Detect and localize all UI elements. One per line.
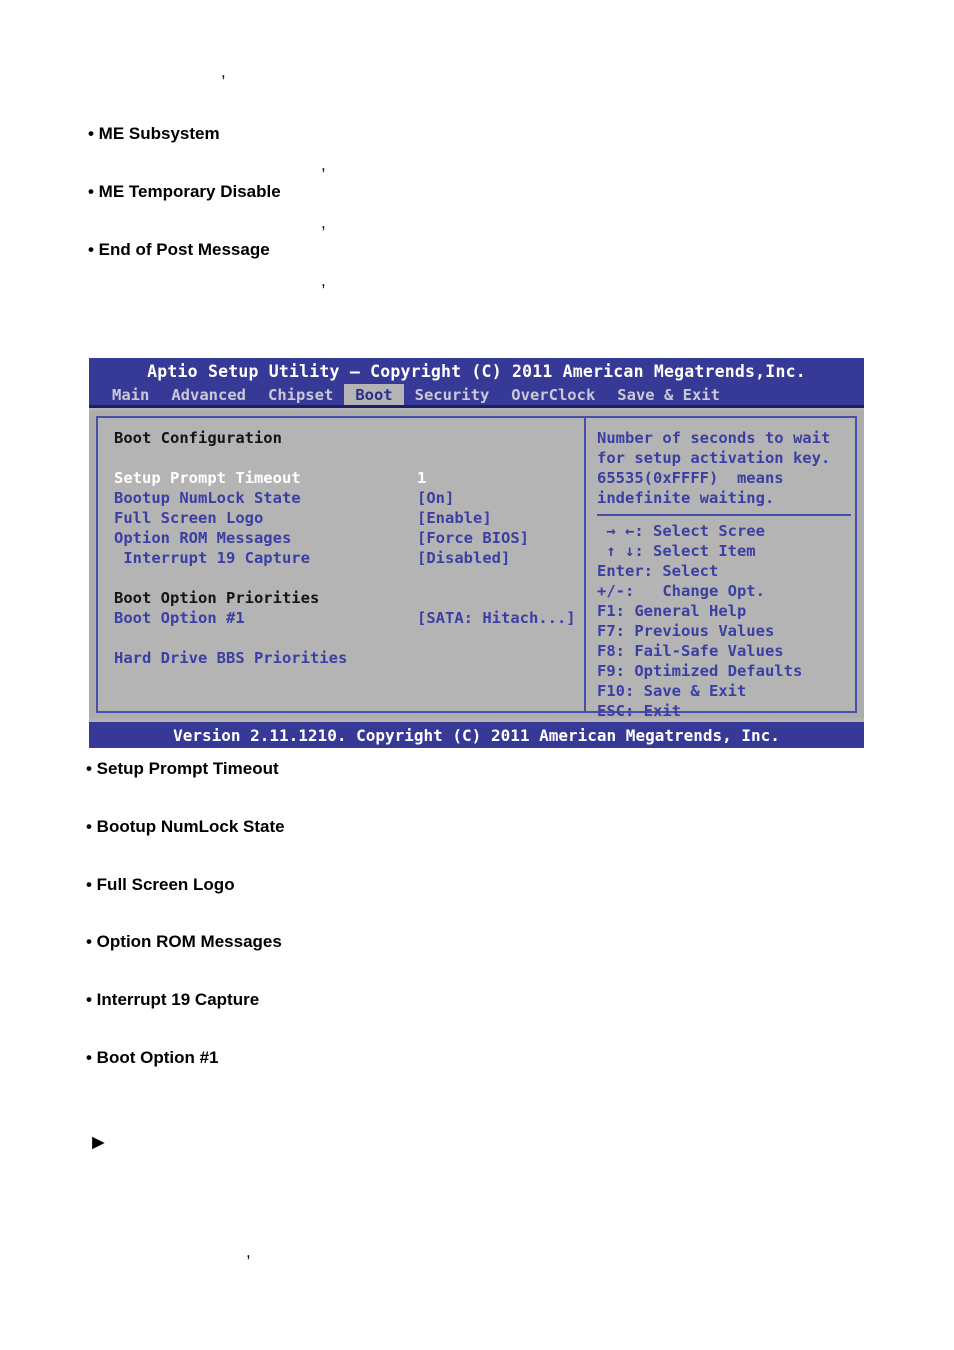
doc-bullet-boot-option-1: • Boot Option #1 [86, 1048, 219, 1067]
bios-row-label: Boot Option #1 [114, 609, 245, 627]
bios-content-frame: Boot Configuration Setup Prompt Timeout … [96, 416, 857, 720]
bios-setup-screenshot: Aptio Setup Utility – Copyright (C) 2011… [89, 358, 864, 748]
bios-row-hard-drive-bbs-priorities[interactable]: Hard Drive BBS Priorities [114, 648, 584, 668]
doc-bullet-setup-prompt-timeout: • Setup Prompt Timeout [86, 759, 279, 778]
bios-section-title-boot-configuration: Boot Configuration [114, 428, 584, 448]
bios-section-title-label: Boot Configuration [114, 429, 282, 447]
bios-key-hint-f9-optimized-defaults: F9: Optimized Defaults [597, 662, 803, 680]
stray-comma: , [246, 1242, 251, 1261]
doc-bullet-full-screen-logo: • Full Screen Logo [86, 875, 235, 894]
bios-row-bootup-numlock-state[interactable]: Bootup NumLock State [On] [114, 488, 584, 508]
bios-tab-overclock[interactable]: OverClock [500, 384, 606, 405]
doc-bullet-option-rom-messages: • Option ROM Messages [86, 932, 282, 951]
bios-tab-advanced[interactable]: Advanced [160, 384, 257, 405]
bios-content-area: Boot Configuration Setup Prompt Timeout … [89, 411, 864, 720]
bios-help-text-line: 65535(0xFFFF) means [597, 469, 784, 487]
bios-tab-boot[interactable]: Boot [344, 384, 404, 405]
doc-bullet-bootup-numlock-state: • Bootup NumLock State [86, 817, 285, 836]
bios-row-label: Interrupt 19 Capture [114, 549, 310, 567]
doc-bullet-me-subsystem: • ME Subsystem [88, 124, 220, 143]
bios-row-value[interactable]: 1 [417, 468, 426, 488]
bios-row-interrupt-19-capture[interactable]: Interrupt 19 Capture [Disabled] [114, 548, 584, 568]
bios-key-hint-enter-select: Enter: Select [597, 562, 719, 580]
bios-row-boot-option-1[interactable]: Boot Option #1 [SATA: Hitach...] [114, 608, 584, 628]
bios-row-value[interactable]: [SATA: Hitach...] [417, 608, 576, 628]
bios-row-value[interactable]: [Enable] [417, 508, 492, 528]
bios-help-text-line: Number of seconds to wait [597, 429, 831, 447]
bios-key-hint-esc-exit: ESC: Exit [597, 702, 681, 720]
bios-section-title-boot-option-priorities: Boot Option Priorities [114, 588, 584, 608]
doc-bullet-end-of-post-message: • End of Post Message [88, 240, 270, 259]
bios-help-divider [597, 514, 851, 516]
stray-comma: , [321, 213, 326, 232]
bios-tab-save-and-exit[interactable]: Save & Exit [606, 384, 731, 405]
bios-title-bar: Aptio Setup Utility – Copyright (C) 2011… [89, 358, 864, 384]
bios-tab-chipset[interactable]: Chipset [257, 384, 344, 405]
bios-settings-pane: Boot Configuration Setup Prompt Timeout … [98, 418, 586, 711]
bios-row-value[interactable]: [Force BIOS] [417, 528, 529, 548]
bios-section-title-label: Boot Option Priorities [114, 589, 320, 607]
bios-help-pane: Number of seconds to wait for setup acti… [586, 418, 855, 720]
bios-tab-main[interactable]: Main [101, 384, 160, 405]
right-triangle-marker-icon: ► [88, 1131, 109, 1154]
stray-comma: , [321, 155, 326, 174]
stray-comma: , [221, 62, 226, 81]
bios-help-text-line: indefinite waiting. [597, 489, 775, 507]
bios-spacer [114, 568, 584, 588]
bios-key-hint-f10-save-and-exit: F10: Save & Exit [597, 682, 747, 700]
bios-row-label: Bootup NumLock State [114, 489, 301, 507]
bios-menu-bar: Main Advanced Chipset Boot Security Over… [89, 384, 864, 408]
doc-bullet-interrupt-19-capture: • Interrupt 19 Capture [86, 990, 260, 1009]
bios-row-label: Hard Drive BBS Priorities [114, 649, 348, 667]
bios-row-setup-prompt-timeout[interactable]: Setup Prompt Timeout 1 [114, 468, 584, 488]
bios-key-hint-select-screen: → ←: Select Scree [597, 522, 765, 540]
bios-row-full-screen-logo[interactable]: Full Screen Logo [Enable] [114, 508, 584, 528]
bios-row-label: Option ROM Messages [114, 529, 292, 547]
bios-row-option-rom-messages[interactable]: Option ROM Messages [Force BIOS] [114, 528, 584, 548]
bios-key-hint-f7-previous-values: F7: Previous Values [597, 622, 775, 640]
bios-key-hint-f8-fail-safe-values: F8: Fail-Safe Values [597, 642, 784, 660]
bios-tab-security[interactable]: Security [404, 384, 501, 405]
bios-help-text-line: for setup activation key. [597, 449, 831, 467]
bios-key-hint-select-item: ↑ ↓: Select Item [597, 542, 756, 560]
bios-spacer [114, 628, 584, 648]
bios-spacer [114, 448, 584, 468]
bios-key-hint-change-opt: +/-: Change Opt. [597, 582, 765, 600]
bios-version-bar: Version 2.11.1210. Copyright (C) 2011 Am… [89, 722, 864, 748]
bios-row-label: Full Screen Logo [114, 509, 264, 527]
bios-row-label: Setup Prompt Timeout [114, 469, 301, 487]
bios-row-value[interactable]: [Disabled] [417, 548, 510, 568]
stray-comma: , [321, 271, 326, 290]
bios-key-hint-f1-general-help: F1: General Help [597, 602, 747, 620]
bios-row-value[interactable]: [On] [417, 488, 454, 508]
doc-bullet-me-temporary-disable: • ME Temporary Disable [88, 182, 281, 201]
